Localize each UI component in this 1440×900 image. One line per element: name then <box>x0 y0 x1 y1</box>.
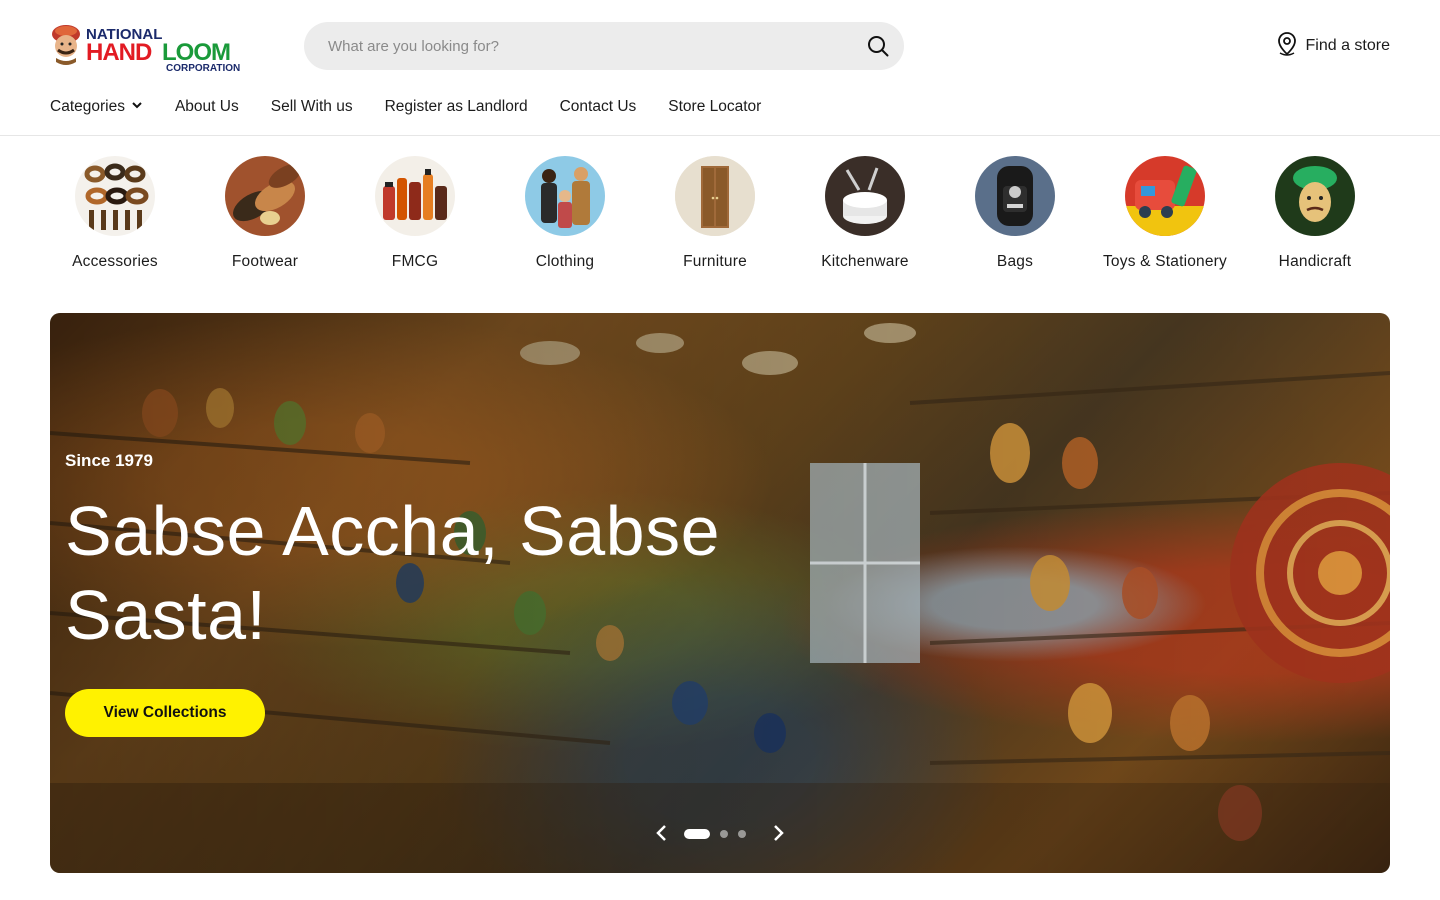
chevron-right-icon[interactable] <box>768 823 788 843</box>
logo-text-corporation: CORPORATION <box>166 63 240 74</box>
category-label: Toys & Stationery <box>1102 253 1227 270</box>
family-image <box>525 156 605 236</box>
main-nav: Categories About Us Sell With us Registe… <box>50 94 793 120</box>
hero-banner: Since 1979 Sabse Accha, Sabse Sasta! Vie… <box>50 313 1390 873</box>
nav-item-store-locator[interactable]: Store Locator <box>668 98 761 116</box>
site-header: NATIONAL HAND LOOM CORPORATION Find a st… <box>0 0 1440 136</box>
category-label: Clothing <box>535 253 595 270</box>
bottles-image <box>375 156 455 236</box>
category-label: Kitchenware <box>821 253 909 270</box>
handicraft-image <box>1275 156 1355 236</box>
find-a-store-link[interactable]: Find a store <box>1276 31 1390 62</box>
category-handicraft[interactable]: Handicraft <box>1240 156 1390 274</box>
category-clothing[interactable]: Clothing <box>490 156 640 274</box>
logo-text-hand: HAND <box>86 39 152 66</box>
belts-image <box>75 156 155 236</box>
hero-headline: Sabse Accha, Sabse Sasta! <box>65 492 720 654</box>
category-label: Footwear <box>231 253 299 270</box>
nav-label: Categories <box>50 98 125 115</box>
carousel-dot[interactable] <box>738 830 746 838</box>
category-fmcg[interactable]: FMCG <box>340 156 490 274</box>
category-label: Furniture <box>683 253 747 270</box>
logo-text-loom: LOOM <box>162 39 230 66</box>
logo-mark: NATIONAL HAND LOOM CORPORATION <box>52 25 240 74</box>
nav-item-about-us[interactable]: About Us <box>175 98 239 116</box>
view-collections-button[interactable]: View Collections <box>65 689 265 737</box>
national-handloom-logo[interactable]: NATIONAL HAND LOOM CORPORATION <box>50 22 255 74</box>
nav-item-sell-with-us[interactable]: Sell With us <box>271 98 353 116</box>
category-label: Bags <box>996 253 1034 270</box>
search-input[interactable] <box>328 22 848 70</box>
toys-image <box>1125 156 1205 236</box>
carousel-dot[interactable] <box>684 829 710 839</box>
search-icon[interactable] <box>866 34 890 58</box>
category-label: FMCG <box>391 253 439 270</box>
cabinet-image <box>675 156 755 236</box>
category-furniture[interactable]: Furniture <box>640 156 790 274</box>
carousel-dots <box>684 829 746 839</box>
category-strip: Accessories Footwear FMCG Clothing Furni… <box>40 156 1390 296</box>
category-label: Accessories <box>72 253 158 270</box>
nav-item-categories[interactable]: Categories <box>50 98 143 116</box>
chevron-left-icon[interactable] <box>652 823 672 843</box>
hero-eyebrow: Since 1979 <box>65 451 153 470</box>
plates-image <box>825 156 905 236</box>
carousel-dot[interactable] <box>720 830 728 838</box>
search-bar <box>304 22 904 70</box>
category-accessories[interactable]: Accessories <box>40 156 190 274</box>
find-store-label: Find a store <box>1305 37 1390 54</box>
category-footwear[interactable]: Footwear <box>190 156 340 274</box>
map-pin-icon <box>1276 31 1298 62</box>
chevron-down-icon <box>131 98 143 116</box>
category-bags[interactable]: Bags <box>940 156 1090 274</box>
category-kitchenware[interactable]: Kitchenware <box>790 156 940 274</box>
category-label: Handicraft <box>1278 253 1352 270</box>
nav-item-register-as-landlord[interactable]: Register as Landlord <box>385 98 528 116</box>
shoes-image <box>225 156 305 236</box>
backpack-image <box>975 156 1055 236</box>
category-toys-stationery[interactable]: Toys & Stationery <box>1090 156 1240 274</box>
nav-item-contact-us[interactable]: Contact Us <box>560 98 637 116</box>
